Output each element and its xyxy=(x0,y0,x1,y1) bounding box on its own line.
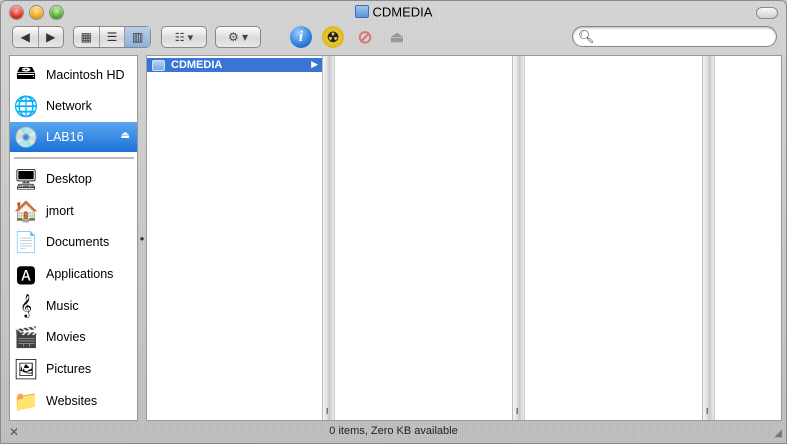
forward-button[interactable]: ▶ xyxy=(37,27,64,47)
browser-column-4 xyxy=(715,56,781,420)
sidebar: 🖴 Macintosh HD 🌐 Network 💿 LAB16 ⏏ 🖥 Des… xyxy=(9,55,138,421)
sidebar-item-label: Movies xyxy=(46,330,86,344)
finder-window: CDMEDIA ◀ ▶ ▦ ☰ ▥ ☷ ▾ ⚙ ▾ i ☢ ⊘ ⏏ 🔍︎ 🖴 M… xyxy=(0,0,787,444)
action-button[interactable]: ⚙ ▾ xyxy=(215,26,261,48)
eject-icon[interactable]: ⏏ xyxy=(386,26,408,48)
search-input[interactable] xyxy=(595,29,774,46)
column-resizer[interactable]: ll xyxy=(512,56,525,420)
arrange-button[interactable]: ☷ ▾ xyxy=(161,26,207,48)
applications-icon: 🅰 xyxy=(16,265,36,288)
disclosure-arrow-icon: ▶ xyxy=(311,59,318,69)
sidebar-item-label: Documents xyxy=(46,235,110,249)
sidebar-item-label: LAB16 xyxy=(46,130,84,144)
music-icon: 𝄞 xyxy=(20,294,32,317)
resize-handle-icon[interactable]: ◢ xyxy=(774,428,782,439)
list-item[interactable]: CDMEDIA ▶ xyxy=(147,58,322,72)
sidebar-item-documents[interactable]: 📄 Documents xyxy=(10,227,137,257)
title-bar: CDMEDIA xyxy=(1,1,786,23)
browser-column-2 xyxy=(335,56,512,420)
column-grip-icon: ll xyxy=(326,407,328,416)
sidebar-item-label: Websites xyxy=(46,394,98,408)
column-resizer[interactable]: ll xyxy=(702,56,715,420)
column-grip-icon: ll xyxy=(706,407,708,416)
folder-icon xyxy=(354,5,369,19)
sidebar-item-label: Music xyxy=(46,299,79,313)
sidebar-item-applications[interactable]: 🅰 Applications xyxy=(10,259,137,289)
sidebar-item-music[interactable]: 𝄞 Music xyxy=(10,291,137,321)
window-title-text: CDMEDIA xyxy=(372,4,433,20)
desktop-icon: 🖥 xyxy=(13,168,39,191)
window-title: CDMEDIA xyxy=(1,4,786,19)
search-field[interactable]: 🔍︎ xyxy=(572,26,777,47)
sidebar-item-macintosh-hd[interactable]: 🖴 Macintosh HD xyxy=(10,60,137,90)
sidebar-item-label: Pictures xyxy=(46,362,92,376)
sidebar-splitter[interactable]: ● xyxy=(138,55,146,421)
sidebar-item-label: Network xyxy=(46,99,92,113)
search-icon: 🔍︎ xyxy=(578,29,595,44)
documents-icon: 📄 xyxy=(13,231,39,254)
eject-icon[interactable]: ⏏ xyxy=(121,130,130,141)
column-resizer[interactable]: ll xyxy=(322,56,335,420)
pictures-icon: 🖼 xyxy=(13,358,39,381)
hard-drive-icon: 🖴 xyxy=(15,62,37,84)
status-text: 0 items, Zero KB available xyxy=(329,425,458,437)
burn-icon[interactable]: ☢ xyxy=(322,26,344,48)
sidebar-item-label: Applications xyxy=(46,267,114,281)
sidebar-item-pictures[interactable]: 🖼 Pictures xyxy=(10,354,137,384)
info-icon[interactable]: i xyxy=(290,26,312,48)
websites-folder-icon: 📁 xyxy=(13,390,39,413)
column-view-button[interactable]: ▥ xyxy=(124,27,151,47)
sidebar-item-label: jmort xyxy=(46,204,74,218)
stop-icon[interactable]: ⊘ xyxy=(354,26,376,48)
icon-view-button[interactable]: ▦ xyxy=(74,27,99,47)
sidebar-item-movies[interactable]: 🎬 Movies xyxy=(10,322,137,352)
list-view-button[interactable]: ☰ xyxy=(98,27,125,47)
movies-icon: 🎬 xyxy=(13,326,39,349)
status-bar: ✕ 0 items, Zero KB available ◢ xyxy=(1,421,786,443)
back-button[interactable]: ◀ xyxy=(13,27,38,47)
browser-column-3 xyxy=(525,56,702,420)
sidebar-item-jmort[interactable]: 🏠 jmort xyxy=(10,196,137,226)
home-icon: 🏠 xyxy=(13,200,39,223)
network-globe-icon: 🌐 xyxy=(13,95,39,118)
sidebar-item-label: Desktop xyxy=(46,172,92,186)
sidebar-item-websites[interactable]: 📁 Websites xyxy=(10,386,137,416)
back-forward-control: ◀ ▶ xyxy=(12,26,64,48)
browser-column-1: CDMEDIA ▶ xyxy=(147,56,322,420)
sidebar-divider xyxy=(14,157,134,159)
list-item-label: CDMEDIA xyxy=(171,59,223,71)
sidebar-item-desktop[interactable]: 🖥 Desktop xyxy=(10,164,137,194)
sidebar-item-network[interactable]: 🌐 Network xyxy=(10,91,137,121)
toolbar-toggle-button[interactable] xyxy=(756,7,778,19)
folder-icon xyxy=(152,59,165,71)
column-browser: CDMEDIA ▶ ll ll ll xyxy=(146,55,782,421)
cd-icon: 💿 xyxy=(13,126,39,149)
sidebar-item-lab16[interactable]: 💿 LAB16 ⏏ xyxy=(10,122,137,152)
sidebar-item-label: Macintosh HD xyxy=(46,68,125,82)
column-grip-icon: ll xyxy=(516,407,518,416)
view-mode-control: ▦ ☰ ▥ xyxy=(73,26,151,48)
